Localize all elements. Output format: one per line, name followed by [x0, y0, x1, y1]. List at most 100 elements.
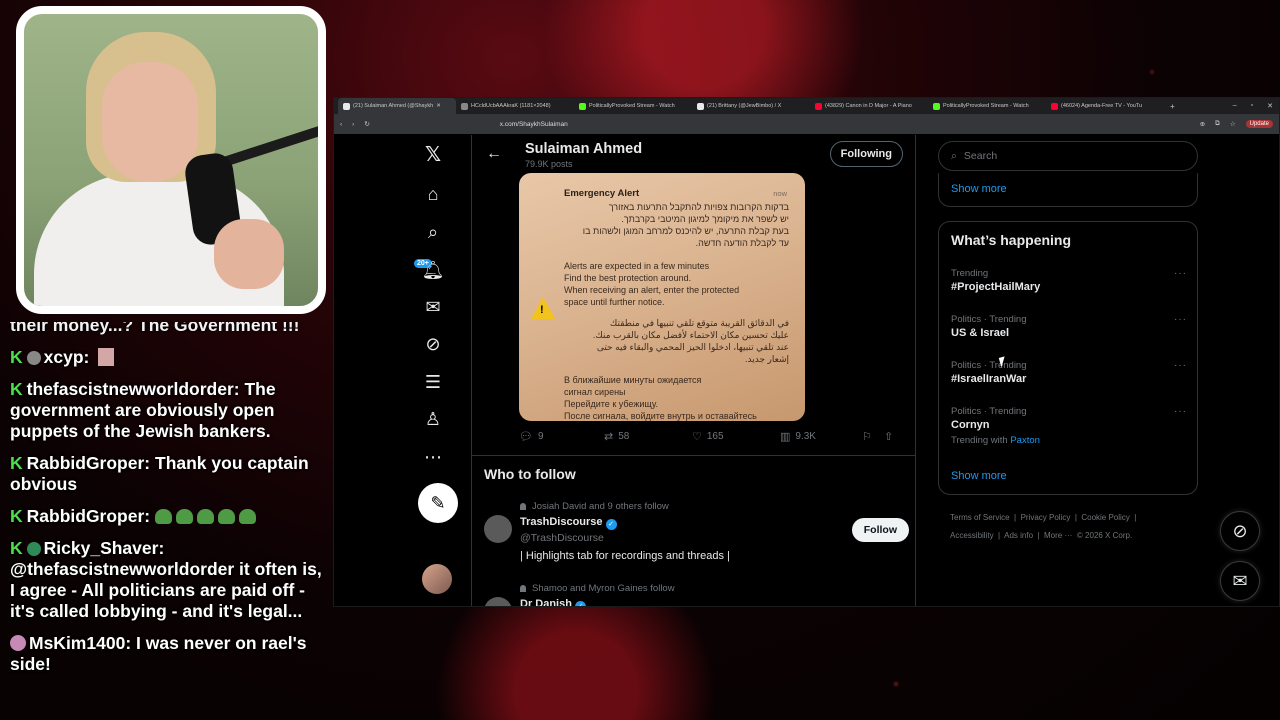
suggestion-name[interactable]: Dr Danish✓ [520, 598, 586, 606]
forward-nav-icon[interactable]: › [352, 121, 354, 128]
reply-icon: 💬︎ [519, 431, 533, 443]
post-button-icon[interactable]: ✎ [418, 483, 458, 523]
trend-item[interactable]: Trending #ProjectHailMary ··· [951, 268, 1187, 293]
close-window-icon[interactable]: ✕ [1267, 102, 1273, 110]
more-icon[interactable]: ⋯ [422, 446, 444, 468]
footer-link-ads-info[interactable]: Ads info [1004, 531, 1033, 540]
follow-button[interactable]: Follow [851, 518, 909, 542]
avatar[interactable] [484, 597, 512, 606]
minimize-icon[interactable]: – [1233, 102, 1237, 110]
browser-tab[interactable]: (21) Sulaiman Ahmed (@Shaykh ✕ [338, 98, 456, 114]
footer-link-cookies[interactable]: Cookie Policy [1081, 513, 1129, 522]
messages-floating-icon[interactable]: ✉ [1220, 561, 1260, 601]
more-options-icon[interactable]: ··· [1174, 360, 1187, 371]
url-field[interactable]: x.com/ShaykhSulaiman [500, 121, 1190, 128]
maximize-icon[interactable]: ▫ [1251, 102, 1253, 110]
trending-with-link[interactable]: Paxton [1010, 435, 1040, 446]
chat-overlay: their money...? The Government !!! Kxcyp… [10, 322, 330, 720]
account-avatar[interactable] [422, 564, 452, 594]
kick-badge-icon: K [10, 538, 23, 558]
show-more-link[interactable]: Show more [951, 183, 1007, 195]
post-count: 79.9K posts [525, 159, 573, 169]
trend-item[interactable]: Politics · Trending Cornyn Trending with… [951, 406, 1187, 446]
back-arrow-icon[interactable]: ← [486, 145, 502, 163]
chat-text: @thefascistnewworldorder it often is, I … [10, 559, 322, 621]
repost-count: 58 [618, 431, 630, 442]
trending-with: Trending with Paxton [951, 435, 1187, 446]
chat-text: their money...? The Government !!! [10, 322, 300, 335]
lists-icon[interactable]: ☰ [422, 371, 444, 393]
search-icon[interactable]: ⌕ [422, 221, 444, 243]
search-icon: ⌕ [951, 149, 957, 162]
more-options-icon[interactable]: ··· [1174, 268, 1187, 279]
frog-emote-icon [197, 509, 214, 524]
trend-title: #IsraelIranWar [951, 373, 1027, 385]
grok-floating-icon[interactable]: ⊘ [1220, 511, 1260, 551]
notifications-bell-icon[interactable]: 🔔︎ [422, 259, 445, 281]
following-button[interactable]: Following [829, 141, 903, 167]
trend-category: Trending [951, 268, 989, 279]
browser-tab[interactable]: (43829) Canon in D Major - A Piano [810, 98, 928, 114]
chat-username: RabbidGroper [26, 506, 145, 526]
share-icon[interactable]: ⇧ [884, 430, 893, 443]
views-chart-icon: ▥ [780, 431, 791, 443]
search-input[interactable]: ⌕ Search [938, 141, 1198, 171]
browser-tab[interactable]: (21) Brittany (@JewBimbo) / X [692, 98, 810, 114]
footer-link-accessibility[interactable]: Accessibility [950, 531, 994, 540]
x-logo-icon[interactable]: 𝕏 [422, 143, 444, 166]
browser-tab[interactable]: PoliticallyProvoked Stream - Watch [928, 98, 1046, 114]
new-tab-icon[interactable]: + [1170, 102, 1175, 111]
show-more-link[interactable]: Show more [951, 470, 1007, 482]
profile-name: Sulaiman Ahmed [525, 141, 643, 157]
more-options-icon[interactable]: ··· [1174, 406, 1187, 417]
profile-icon[interactable]: ♙ [422, 408, 444, 430]
avatar[interactable] [484, 515, 512, 543]
chat-username: MsKim1400 [29, 633, 126, 653]
frog-emote-icon [155, 509, 172, 524]
reply-action[interactable]: 💬︎ 9 [519, 430, 604, 443]
alert-russian-text: В ближайшие минуты ожидается сигнал сире… [564, 375, 757, 421]
zoom-icon[interactable]: ⊕ [1200, 120, 1205, 128]
update-button[interactable]: Update [1245, 120, 1273, 128]
kick-favicon-icon [579, 102, 586, 110]
chat-username: RabbidGroper [26, 453, 145, 473]
home-icon[interactable]: ⌂ [422, 183, 444, 205]
tab-title: (21) Brittany (@JewBimbo) / X [707, 103, 782, 109]
reload-icon[interactable]: ↻ [364, 120, 369, 128]
timeline: ← Sulaiman Ahmed 79.9K posts Following E… [471, 135, 916, 606]
browser-tab[interactable]: PoliticallyProvoked Stream - Watch [574, 98, 692, 114]
chat-username: Ricky_Shaver [43, 538, 159, 558]
tab-title: PoliticallyProvoked Stream - Watch [589, 103, 675, 109]
grok-icon[interactable]: ⊘ [422, 333, 444, 355]
close-tab-icon[interactable]: ✕ [436, 103, 441, 109]
bookmark-icon[interactable]: ⚐ [862, 430, 884, 443]
browser-tab[interactable]: (46024) Agenda-Free TV - YouTu [1046, 98, 1164, 114]
browser-window: (21) Sulaiman Ahmed (@Shaykh ✕ HCcldUcbA… [333, 97, 1280, 607]
like-count: 165 [706, 431, 724, 442]
bookmark-star-icon[interactable]: ☆ [1230, 120, 1236, 128]
footer-link-more[interactable]: More ··· [1044, 531, 1072, 540]
trend-category: Politics · Trending [951, 360, 1027, 371]
more-options-icon[interactable]: ··· [1174, 314, 1187, 325]
like-action[interactable]: ♡ 165 [692, 430, 780, 443]
tab-title: HCcldUcbAAAkraK (1181×2048) [471, 103, 551, 109]
views-action[interactable]: ▥ 9.3K [780, 430, 862, 443]
tab-bar: (21) Sulaiman Ahmed (@Shaykh ✕ HCcldUcbA… [334, 98, 1279, 114]
footer-link-terms[interactable]: Terms of Service [950, 513, 1010, 522]
footer-link-privacy[interactable]: Privacy Policy [1021, 513, 1071, 522]
footer-separator: | [1134, 513, 1137, 522]
trend-item[interactable]: Politics · Trending US & Israel ··· [951, 314, 1187, 339]
footer-separator: | [1037, 531, 1040, 540]
messages-icon[interactable]: ✉ [422, 296, 444, 318]
repost-action[interactable]: ⇄ 58 [604, 430, 692, 443]
tab-title: (21) Sulaiman Ahmed (@Shaykh [353, 103, 434, 109]
trend-item[interactable]: Politics · Trending #IsraelIranWar ··· [951, 360, 1187, 385]
browser-tab[interactable]: HCcldUcbAAAkraK (1181×2048) [456, 98, 574, 114]
suggestion-name[interactable]: TrashDiscourse ✓ [520, 516, 617, 530]
post-image[interactable]: Emergency Alert now בדקות הקרובות צפויות… [519, 173, 805, 421]
back-nav-icon[interactable]: ‹ [340, 121, 342, 128]
chat-message: MsKim1400: I was never on rael's side! [10, 633, 307, 674]
heart-icon: ♡ [692, 431, 702, 443]
tab-title: (46024) Agenda-Free TV - YouTu [1061, 103, 1143, 109]
extensions-icon[interactable]: ⧉ [1215, 120, 1220, 128]
